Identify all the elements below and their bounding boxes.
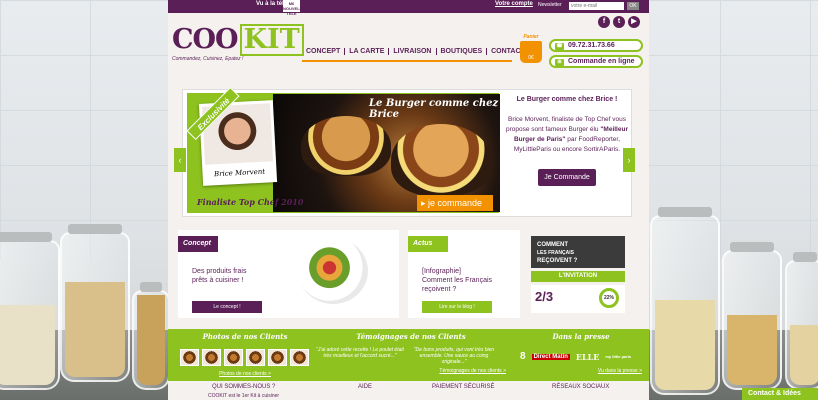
contact-ideas-tab[interactable]: Contact & Idées [742, 388, 818, 400]
client-photo[interactable] [180, 349, 199, 366]
top-bar: Vu à la télé ! M6 NOUVELLE TELE Votre co… [168, 0, 649, 16]
phone-icon: ☎ [555, 43, 564, 50]
cart-label: Panier [523, 34, 539, 40]
account-link[interactable]: Votre compte [495, 1, 533, 7]
slider-prev-arrow[interactable]: ‹ [174, 148, 186, 172]
phone-number: 09.72.31.73.66 [568, 42, 615, 49]
order-online-pill[interactable]: ⊞ Commande en ligne [549, 55, 643, 68]
nav-livraison[interactable]: LIVRAISON [389, 48, 437, 55]
actus-block: Actus [Infographie] Comment les Français r… [408, 230, 520, 318]
nav-concept[interactable]: CONCEPT [302, 48, 346, 55]
footer-help[interactable]: AIDE [358, 384, 372, 390]
youtube-icon[interactable]: ▶ [628, 16, 640, 28]
stat-percent: 22% [599, 288, 619, 308]
logo-cook-text: COO [172, 24, 239, 55]
main-nav: CONCEPT LA CARTE LIVRAISON BOUTIQUES CON… [302, 48, 529, 55]
testimonials-title: Témoignages de nos Clients [356, 332, 466, 341]
jar-right-1 [650, 207, 720, 395]
actus-blog-button[interactable]: Lire sur le blog ! [422, 301, 492, 313]
jar-right-2 [722, 242, 782, 390]
footer-payment[interactable]: PAIEMENT SÉCURISÉ [432, 384, 494, 390]
client-photo[interactable] [268, 349, 287, 366]
order-online-label: Commande en ligne [568, 58, 635, 65]
cookit-logo[interactable]: COO KIT Commandez, Cuisinez, Epatez ! [172, 24, 304, 62]
footer-social[interactable]: RÉSEAUX SOCIAUX [552, 384, 609, 390]
footer: QUI SOMMES-NOUS ? COOKIT est le 1er Kit … [168, 381, 649, 400]
press-logo[interactable]: ELLE [576, 352, 599, 362]
press-logos: 8 Direct Matin ELLE my little paris [520, 351, 642, 362]
burger-left [301, 116, 391, 176]
testimonials-section: Témoignages de nos Clients "J'ai adoré c… [316, 332, 506, 374]
slider-description: Le Burger comme chez Brice ! Brice Morve… [505, 96, 629, 186]
twitter-icon[interactable]: t [613, 16, 625, 28]
press-logo[interactable]: 8 [520, 351, 526, 362]
footer-who-sub: COOKIT est le 1er Kit à cuisiner [208, 393, 280, 399]
jar-right-3 [785, 252, 818, 390]
stat-two-thirds: 2/3 [535, 289, 554, 304]
actus-text: [Infographie] Comment les Français reçoive… [422, 268, 493, 293]
cart-bag-icon: 0€ [520, 41, 542, 63]
testimonial-quote: "J'ai adoré cette recette ! Le poulet ét… [316, 347, 404, 359]
client-photo[interactable] [202, 349, 221, 366]
nav-boutiques[interactable]: BOUTIQUES [437, 48, 488, 55]
concept-text: Des produits frais prêts à cuisiner ! [192, 268, 247, 284]
je-commande-label: je commande [428, 198, 483, 208]
cart-button[interactable]: Panier 0€ [518, 34, 544, 64]
slider-frame: Le Burger comme chez Brice Brice Morvent… [186, 86, 500, 213]
press-section: Dans la presse 8 Direct Matin ELLE my li… [520, 332, 642, 374]
page-container: Vu à la télé ! M6 NOUVELLE TELE Votre co… [168, 0, 649, 400]
nav-underline [302, 60, 512, 62]
chef-name: Brice Morvent [213, 167, 266, 179]
jar-left-2 [60, 224, 130, 382]
infographic-label: L'INVITATION [531, 271, 625, 282]
logo-kit-text: KIT [239, 24, 304, 56]
press-link[interactable]: Vu dans la presse > [520, 368, 642, 374]
fresh-food-image [298, 238, 368, 304]
cart-icon: ⊞ [555, 59, 564, 66]
slider-desc-text: Brice Morvent, finaliste de Top Chef vou… [506, 116, 628, 153]
photos-link[interactable]: Photos de nos clients > [180, 371, 310, 377]
press-title: Dans la presse [552, 332, 610, 341]
logo-tagline: Commandez, Cuisinez, Epatez ! [172, 56, 244, 62]
photos-title: Photos de nos Clients [202, 332, 288, 341]
m6-logo[interactable]: M6 NOUVELLE TELE [283, 0, 305, 16]
facebook-icon[interactable]: f [598, 16, 610, 28]
invitation-infographic[interactable]: COMMENT LES FRANÇAIS REÇOIVENT ? L'INVITAT… [531, 236, 625, 316]
jar-left-3 [132, 282, 170, 390]
press-logo[interactable]: my little paris [605, 354, 631, 359]
je-commande-banner-button[interactable]: ▸ je commande [417, 195, 493, 211]
newsletter-email-input[interactable] [569, 2, 624, 10]
infographic-stats: 2/3 22% [531, 285, 625, 313]
je-commande-button[interactable]: Je Commande [538, 169, 596, 186]
slider-title: Le Burger comme chez Brice [369, 98, 499, 120]
actus-tag: Actus [408, 236, 448, 252]
testimonial-quote: "De bons produits, qui vont très bien en… [413, 347, 495, 365]
client-photo[interactable] [246, 349, 265, 366]
testimonials-link[interactable]: Témoignages de nos clients > [316, 368, 506, 374]
infographic-header: COMMENT LES FRANÇAIS REÇOIVENT ? [531, 236, 625, 268]
photos-section: Photos de nos Clients Photos de nos clie… [180, 332, 310, 377]
jar-left-1 [0, 232, 60, 390]
client-photo[interactable] [290, 349, 309, 366]
nav-la-carte[interactable]: LA CARTE [345, 48, 390, 55]
burger-right [391, 124, 491, 196]
concept-tag: Concept [178, 236, 218, 252]
concept-button[interactable]: Le concept ! [192, 301, 262, 313]
phone-pill[interactable]: ☎ 09.72.31.73.66 [549, 39, 643, 52]
client-photo-thumbs [180, 349, 310, 366]
hero-slider: Le Burger comme chez Brice Brice Morvent… [182, 86, 632, 217]
newsletter-ok-button[interactable]: OK [627, 2, 639, 10]
press-logo[interactable]: Direct Matin [531, 353, 570, 360]
green-info-band: Photos de nos Clients Photos de nos clie… [168, 329, 649, 381]
slider-next-arrow[interactable]: › [623, 148, 635, 172]
footer-who[interactable]: QUI SOMMES-NOUS ? [212, 384, 275, 390]
client-photo[interactable] [224, 349, 243, 366]
newsletter-label: Newsletter [538, 2, 562, 8]
concept-block: Concept Des produits frais prêts à cuisin… [178, 230, 399, 318]
slider-desc-title: Le Burger comme chez Brice ! [516, 96, 618, 103]
finaliste-text: Finaliste Top Chef 2010 [197, 197, 304, 207]
